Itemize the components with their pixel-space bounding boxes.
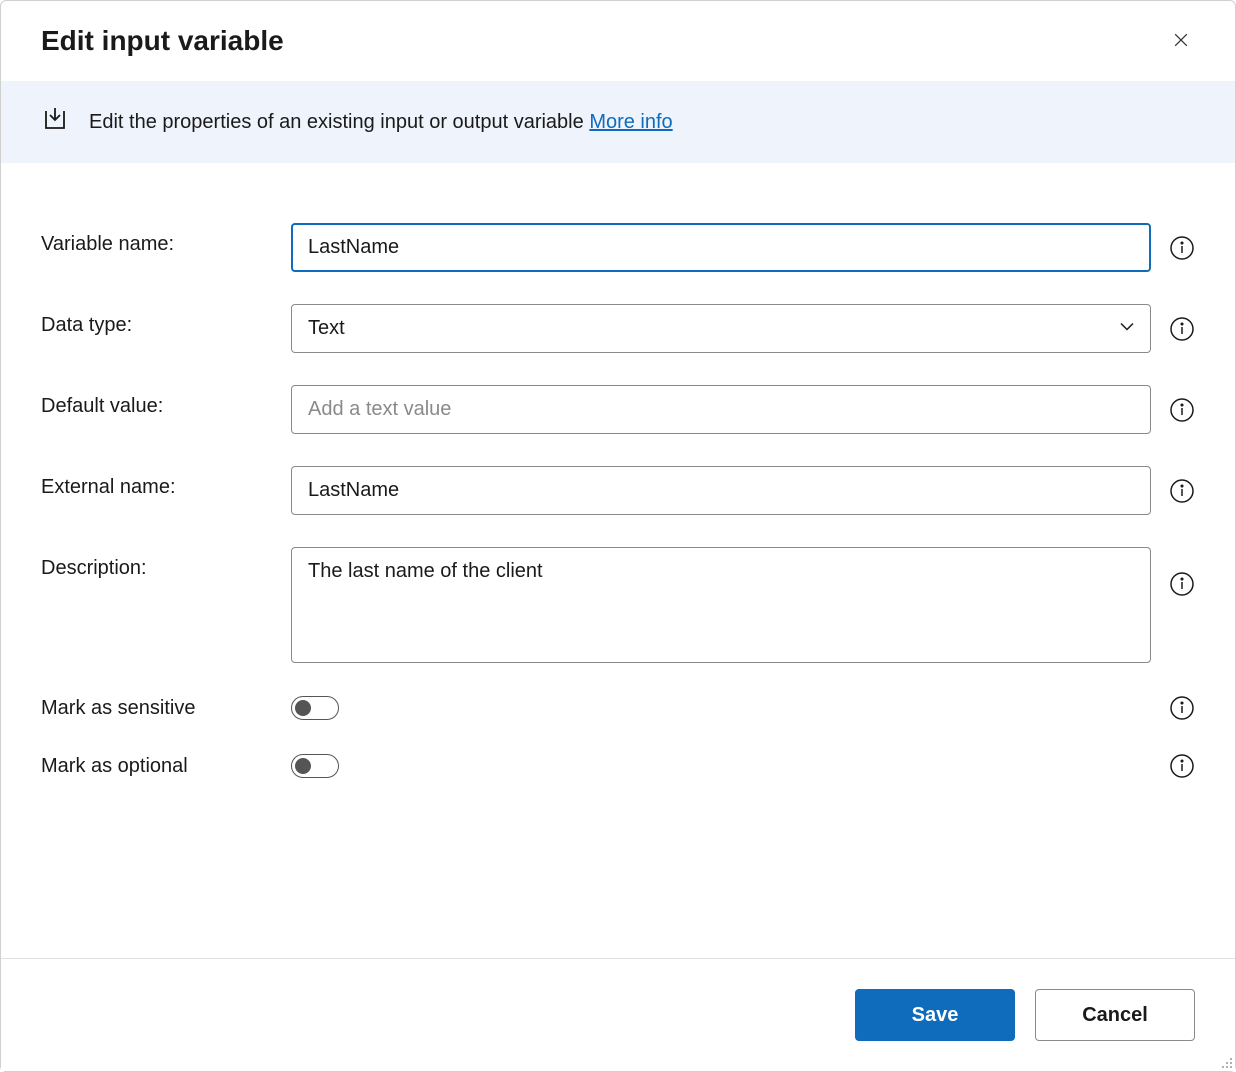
toggle-knob — [295, 700, 311, 716]
banner-text: Edit the properties of an existing input… — [89, 111, 589, 133]
label-description: Description: — [41, 547, 271, 580]
info-icon[interactable] — [1169, 478, 1195, 504]
close-icon — [1171, 30, 1191, 50]
row-variable-name: Variable name: — [41, 223, 1195, 272]
save-button[interactable]: Save — [855, 989, 1015, 1041]
row-description: Description: — [41, 547, 1195, 663]
dialog-title: Edit input variable — [41, 25, 284, 57]
row-external-name: External name: — [41, 466, 1195, 515]
info-icon[interactable] — [1169, 235, 1195, 261]
info-icon[interactable] — [1169, 559, 1195, 585]
import-variable-icon — [41, 105, 69, 139]
label-sensitive: Mark as sensitive — [41, 697, 271, 720]
info-icon[interactable] — [1169, 695, 1195, 721]
dialog-footer: Save Cancel — [1, 958, 1235, 1071]
dialog-header: Edit input variable — [1, 1, 1235, 81]
label-data-type: Data type: — [41, 304, 271, 337]
data-type-select[interactable]: Text — [291, 304, 1151, 353]
row-data-type: Data type: Text — [41, 304, 1195, 353]
cancel-button[interactable]: Cancel — [1035, 989, 1195, 1041]
sensitive-toggle[interactable] — [291, 696, 339, 720]
close-button[interactable] — [1167, 26, 1195, 57]
more-info-link[interactable]: More info — [589, 111, 672, 133]
label-variable-name: Variable name: — [41, 223, 271, 256]
external-name-input[interactable] — [291, 466, 1151, 515]
label-external-name: External name: — [41, 466, 271, 499]
info-banner: Edit the properties of an existing input… — [1, 81, 1235, 163]
row-sensitive: Mark as sensitive — [41, 695, 1195, 721]
default-value-input[interactable] — [291, 385, 1151, 434]
banner-text-wrap: Edit the properties of an existing input… — [89, 111, 673, 134]
form-body: Variable name: Data type: Text Default v… — [1, 163, 1235, 851]
row-optional: Mark as optional — [41, 753, 1195, 779]
optional-toggle[interactable] — [291, 754, 339, 778]
info-icon[interactable] — [1169, 753, 1195, 779]
description-textarea[interactable] — [291, 547, 1151, 663]
label-default-value: Default value: — [41, 385, 271, 418]
info-icon[interactable] — [1169, 397, 1195, 423]
row-default-value: Default value: — [41, 385, 1195, 434]
variable-name-input[interactable] — [291, 223, 1151, 272]
info-icon[interactable] — [1169, 316, 1195, 342]
label-optional: Mark as optional — [41, 755, 271, 778]
toggle-knob — [295, 758, 311, 774]
